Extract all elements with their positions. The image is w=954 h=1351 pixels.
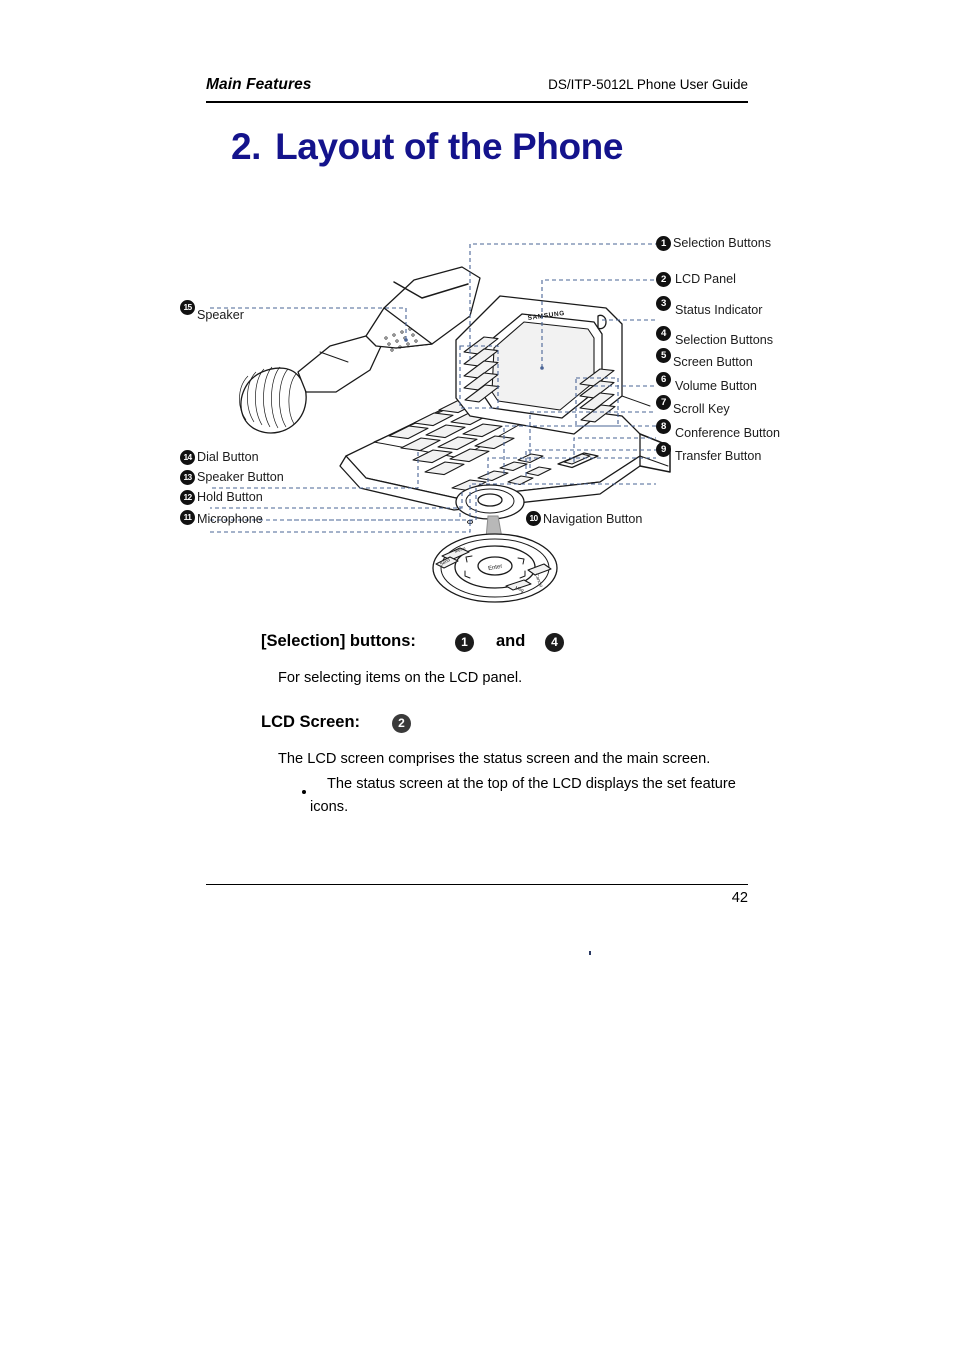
- callout-label-5: Screen Button: [673, 355, 753, 369]
- section-1-badge-1: 1: [455, 633, 474, 652]
- callout-badge-3: 3: [656, 296, 671, 311]
- callout-label-6: Volume Button: [675, 379, 757, 393]
- section-1-conjunction: and: [496, 632, 526, 650]
- callout-badge-11: 11: [180, 510, 195, 525]
- section-2-badge-1: 2: [392, 714, 411, 733]
- callout-badge-6: 6: [656, 372, 671, 387]
- navigation-button-inset: Enter Menu Send Cancel Msg: [432, 533, 558, 603]
- page-number: 42: [731, 890, 748, 906]
- callout-label-3: Status Indicator: [675, 303, 763, 317]
- running-head-right: DS/ITP-5012L Phone User Guide: [548, 77, 748, 92]
- navigation-wheel-on-body: [455, 484, 525, 520]
- callout-badge-7: 7: [656, 395, 671, 410]
- section-1-paragraph: For selecting items on the LCD panel.: [278, 670, 523, 686]
- section-2-bullet-line-2: icons.: [310, 799, 349, 815]
- chapter-title-text: Layout of the Phone: [275, 126, 624, 167]
- phone-layout-figure: .ln { fill:none; stroke:#1a1a1a; stroke-…: [170, 220, 810, 610]
- callout-badge-10: 10: [526, 511, 541, 526]
- section-1-badge-2: 4: [545, 633, 564, 652]
- section-2-paragraph: The LCD screen comprises the status scre…: [278, 751, 711, 767]
- chapter-number: 2.: [231, 126, 262, 167]
- callout-label-2: LCD Panel: [675, 272, 736, 286]
- callout-badge-4: 4: [656, 326, 671, 341]
- callout-label-10: Navigation Button: [543, 512, 643, 526]
- page-title: 2. Layout of the Phone: [231, 126, 623, 168]
- callout-badge-2: 2: [656, 272, 671, 287]
- section-2-bullet-line-1: The status screen at the top of the LCD …: [327, 776, 736, 792]
- callout-label-11: Microphone: [197, 512, 263, 526]
- footer-rule: [206, 884, 748, 885]
- callout-badge-15: 15: [180, 300, 195, 315]
- callout-label-7: Scroll Key: [673, 402, 730, 416]
- section-1-heading: [Selection] buttons:: [261, 632, 416, 650]
- header-rule: [206, 101, 748, 103]
- callout-label-4: Selection Buttons: [675, 333, 774, 347]
- callout-label-14: Dial Button: [197, 450, 259, 464]
- running-head: Main Features DS/ITP-5012L Phone User Gu…: [206, 76, 748, 98]
- callout-label-1: Selection Buttons: [673, 236, 772, 250]
- document-page: Main Features DS/ITP-5012L Phone User Gu…: [0, 0, 954, 1351]
- callout-label-13: Speaker Button: [197, 470, 284, 484]
- lcd-head-unit: SAMSUNG: [455, 295, 623, 435]
- callout-label-12: Hold Button: [197, 490, 263, 504]
- callout-label-15: Speaker: [197, 308, 244, 322]
- stray-mark: [589, 951, 591, 955]
- callout-badge-5: 5: [656, 348, 671, 363]
- callout-badge-8: 8: [656, 419, 671, 434]
- callout-badge-1: 1: [656, 236, 671, 251]
- section-2-heading: LCD Screen:: [261, 713, 361, 731]
- callout-label-8: Conference Button: [675, 426, 781, 440]
- callout-badge-13: 13: [180, 470, 195, 485]
- bullet-marker: [302, 790, 306, 794]
- callout-badge-14: 14: [180, 450, 195, 465]
- callout-badge-12: 12: [180, 490, 195, 505]
- callout-badge-9: 9: [656, 442, 671, 457]
- callout-label-9: Transfer Button: [675, 449, 762, 463]
- running-head-left: Main Features: [206, 76, 312, 93]
